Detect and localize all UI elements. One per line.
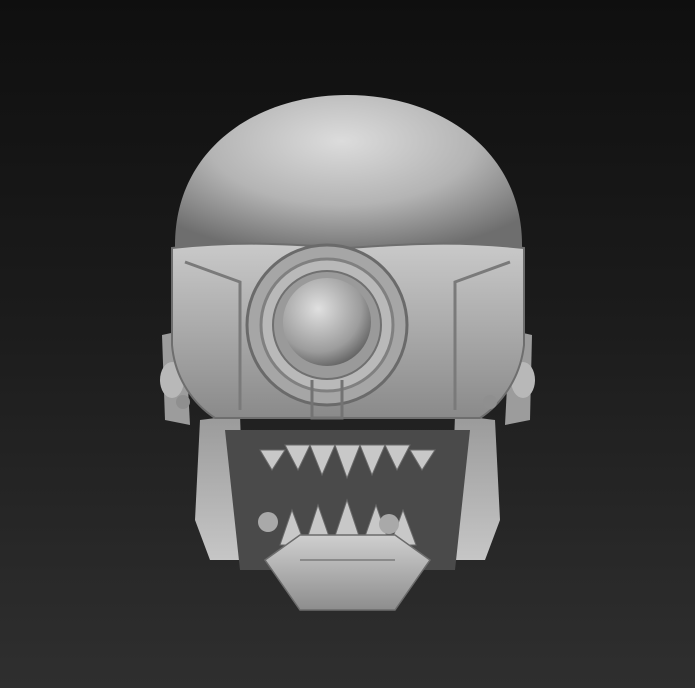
bolt-right	[379, 514, 399, 534]
chin-plate	[263, 534, 432, 611]
render-viewport	[0, 0, 695, 688]
helmet-sculpt-render	[160, 95, 535, 611]
helmet-dome	[175, 95, 522, 260]
visor-bolt-left	[176, 395, 190, 409]
visor-bolt-right	[483, 395, 497, 409]
bolt-left	[258, 512, 278, 532]
